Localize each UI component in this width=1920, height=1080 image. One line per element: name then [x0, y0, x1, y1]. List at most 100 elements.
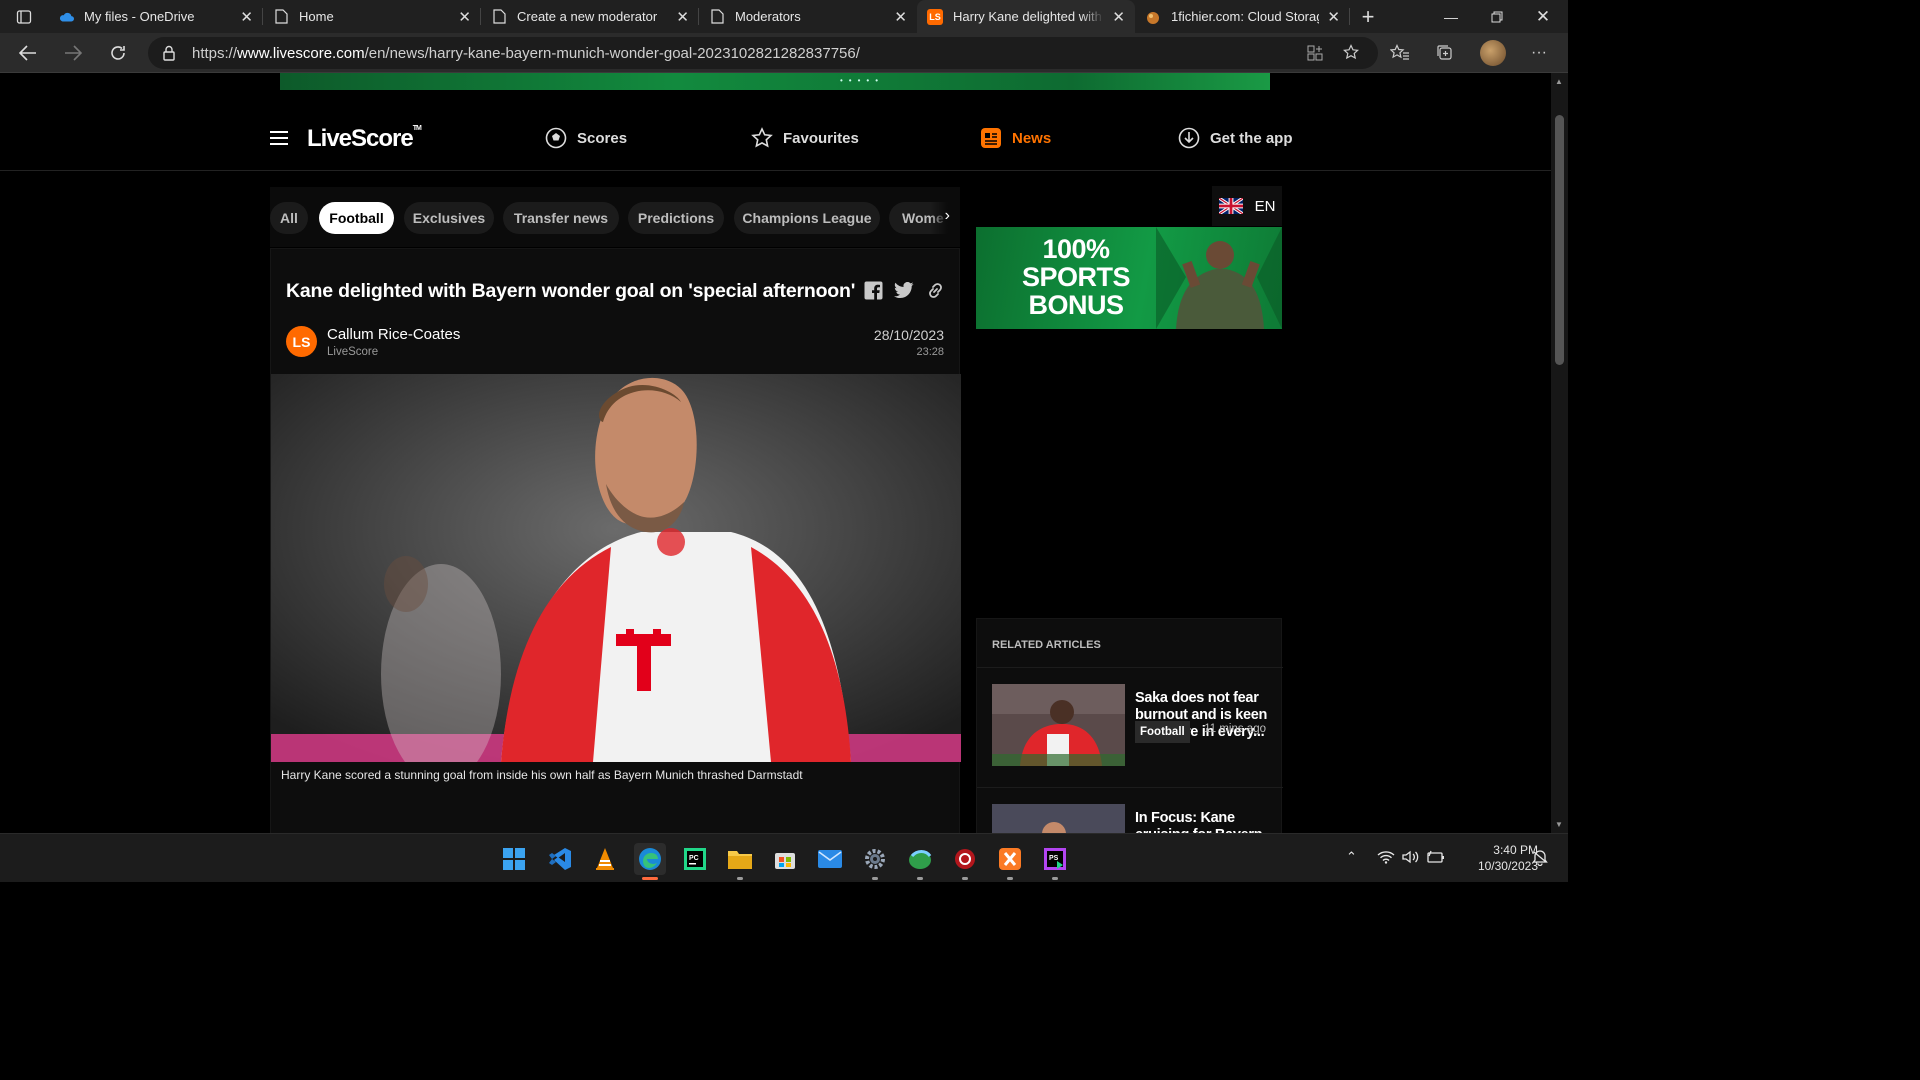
minimize-button[interactable]: — — [1428, 0, 1474, 33]
notification-bell-icon — [1532, 850, 1548, 866]
nav-scores[interactable]: Scores — [545, 127, 627, 149]
tab-onedrive[interactable]: My files - OneDrive ✕ — [48, 0, 263, 33]
forward-button[interactable] — [58, 38, 88, 68]
nav-news[interactable]: News — [980, 127, 1051, 149]
twitter-share-button[interactable] — [894, 280, 914, 300]
tab-actions-button[interactable] — [0, 0, 48, 33]
notifications-button[interactable] — [1531, 848, 1549, 866]
livescore-logo[interactable]: LiveScoreTM — [307, 125, 422, 153]
taskbar-browser-app[interactable] — [904, 843, 936, 880]
tab-title: Moderators — [735, 9, 801, 24]
nav-favourites[interactable]: Favourites — [751, 127, 859, 149]
taskbar-pycharm[interactable]: PC — [679, 843, 711, 875]
taskbar-store[interactable] — [769, 843, 801, 875]
collections-icon — [1437, 45, 1452, 60]
close-tab-icon[interactable]: ✕ — [676, 8, 689, 26]
related-articles-panel: RELATED ARTICLES Saka does not fear burn… — [976, 618, 1283, 833]
taskbar-phpstorm[interactable]: PS — [1039, 843, 1071, 880]
onedrive-icon — [58, 9, 74, 25]
author-avatar: LS — [286, 326, 317, 357]
refresh-button[interactable] — [103, 38, 133, 68]
taskbar-mail[interactable] — [814, 843, 846, 875]
volume-icon — [1402, 850, 1419, 864]
download-icon — [1178, 127, 1200, 149]
svg-text:PC: PC — [689, 855, 699, 862]
add-favorite-button[interactable] — [1340, 41, 1364, 65]
livescore-icon: LS — [927, 8, 943, 25]
url-text: https://www.livescore.com/en/news/harry-… — [192, 45, 860, 62]
tab-create-moderator[interactable]: Create a new moderator ✕ — [481, 0, 699, 33]
article-date: 28/10/2023 — [873, 327, 944, 343]
nav-get-app-label: Get the app — [1210, 129, 1293, 147]
tab-title: Home — [299, 9, 334, 24]
category-filter-bar: All Football Exclusives Transfer news Pr… — [270, 187, 960, 247]
site-header: LiveScoreTM Scores Favourites News Get t… — [0, 113, 1551, 171]
taskbar-antivirus[interactable] — [949, 843, 981, 880]
related-thumbnail — [992, 804, 1125, 833]
favorites-button[interactable] — [1388, 41, 1412, 65]
pycharm-icon: PC — [684, 848, 706, 870]
taskbar-xampp[interactable] — [994, 843, 1026, 880]
taskbar-edge[interactable] — [634, 843, 666, 880]
app-available-button[interactable] — [1303, 41, 1327, 65]
restore-icon — [1491, 11, 1503, 22]
close-window-button[interactable]: ✕ — [1520, 0, 1566, 33]
mail-icon — [818, 850, 842, 868]
facebook-share-button[interactable] — [863, 280, 883, 300]
new-tab-button[interactable]: + — [1350, 0, 1386, 33]
show-hidden-icons-button[interactable]: ⌃ — [1346, 849, 1357, 865]
tab-livescore-active[interactable]: LS Harry Kane delighted with B ✕ — [917, 0, 1135, 33]
1fichier-icon — [1145, 9, 1161, 25]
profile-avatar[interactable] — [1480, 40, 1506, 66]
author-name[interactable]: Callum Rice-Coates — [327, 326, 460, 343]
tab-1fichier[interactable]: 1fichier.com: Cloud Storage ✕ — [1135, 0, 1350, 33]
close-tab-icon[interactable]: ✕ — [1112, 8, 1125, 26]
scroll-down-icon[interactable]: ▼ — [1555, 820, 1563, 829]
taskbar-settings[interactable] — [859, 843, 891, 880]
tab-home[interactable]: Home ✕ — [263, 0, 481, 33]
hamburger-menu-button[interactable] — [270, 131, 288, 145]
page-scrollbar[interactable]: ▲ ▼ — [1551, 73, 1568, 833]
start-button[interactable] — [498, 843, 530, 875]
related-tag: Football — [1135, 721, 1190, 743]
facebook-icon — [864, 281, 882, 300]
collections-button[interactable] — [1433, 41, 1457, 65]
close-tab-icon[interactable]: ✕ — [240, 8, 253, 26]
chip-football[interactable]: Football — [319, 202, 394, 234]
battery-button[interactable] — [1427, 850, 1445, 864]
close-tab-icon[interactable]: ✕ — [894, 8, 907, 26]
tab-actions-icon — [16, 9, 32, 24]
sports-bonus-ad[interactable]: 100% SPORTS BONUS — [976, 227, 1282, 329]
back-button[interactable] — [13, 38, 43, 68]
scroll-up-icon[interactable]: ▲ — [1555, 77, 1563, 86]
copy-link-button[interactable] — [925, 280, 945, 300]
twitter-icon — [894, 281, 914, 298]
svg-text:PS: PS — [1049, 855, 1059, 862]
web-page: ••••• LiveScoreTM Scores Favourites News — [0, 73, 1551, 833]
language-selector[interactable]: EN — [1212, 186, 1282, 226]
taskbar-vscode[interactable] — [544, 843, 576, 875]
vscode-icon — [549, 848, 571, 870]
close-tab-icon[interactable]: ✕ — [458, 8, 471, 26]
close-tab-icon[interactable]: ✕ — [1327, 8, 1340, 26]
settings-more-button[interactable]: ··· — [1527, 41, 1551, 65]
chip-exclusives[interactable]: Exclusives — [404, 202, 494, 234]
system-clock[interactable]: 3:40 PM 10/30/2023 — [1448, 842, 1538, 874]
scrollbar-thumb[interactable] — [1555, 115, 1564, 365]
wifi-button[interactable] — [1377, 850, 1395, 864]
chevron-right-icon[interactable]: › — [945, 207, 950, 225]
volume-button[interactable] — [1402, 850, 1420, 864]
restore-button[interactable] — [1474, 0, 1520, 33]
chip-all[interactable]: All — [270, 202, 308, 234]
top-banner-ad[interactable]: ••••• — [280, 73, 1270, 90]
close-icon: ✕ — [1535, 6, 1551, 26]
chip-predictions[interactable]: Predictions — [628, 202, 724, 234]
address-field[interactable]: https://www.livescore.com/en/news/harry-… — [148, 37, 1378, 69]
taskbar-vlc[interactable] — [589, 843, 621, 875]
taskbar-file-explorer[interactable] — [724, 843, 756, 880]
nav-news-label: News — [1012, 129, 1052, 147]
chip-transfer-news[interactable]: Transfer news — [503, 202, 619, 234]
nav-get-app[interactable]: Get the app — [1178, 127, 1293, 149]
tab-moderators[interactable]: Moderators ✕ — [699, 0, 917, 33]
chip-champions-league[interactable]: Champions League — [734, 202, 880, 234]
